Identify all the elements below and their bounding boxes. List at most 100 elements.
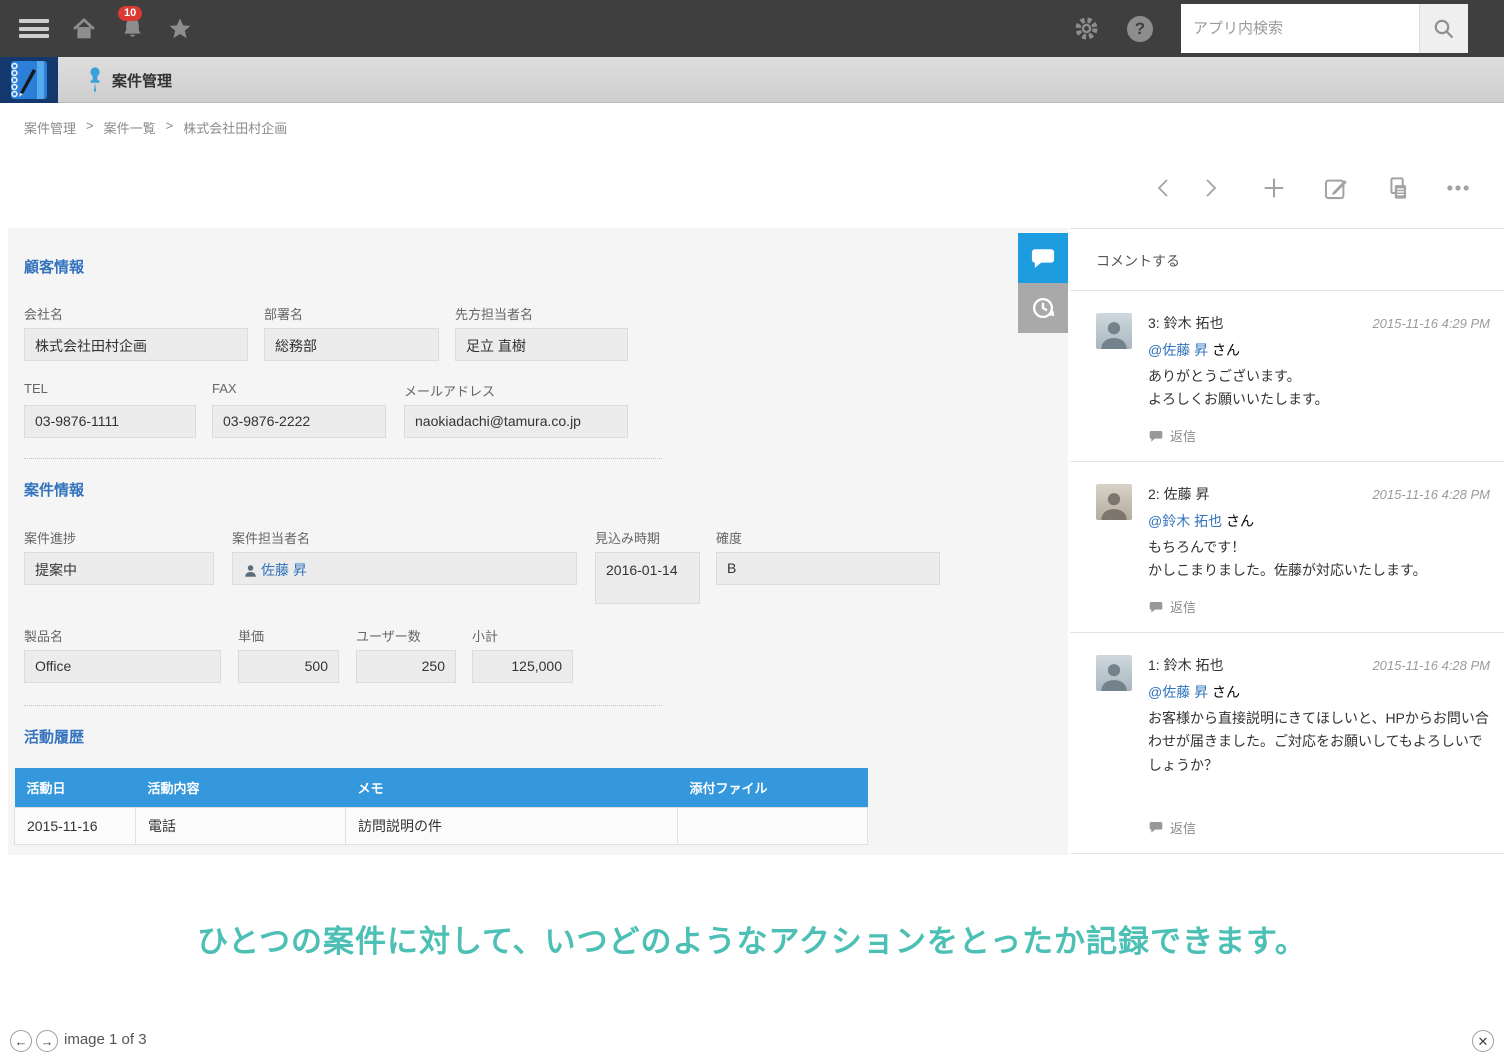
tab-comments[interactable]	[1018, 233, 1068, 283]
hamburger-icon	[19, 16, 49, 42]
section-title-activity: 活動履歴	[24, 729, 85, 746]
person-photo-icon	[1101, 322, 1127, 349]
pager-label: image 1 of 3	[64, 1031, 147, 1048]
activity-cell-type: 電話	[135, 807, 346, 845]
duplicate-record-button[interactable]	[1383, 175, 1410, 202]
breadcrumb-view-link[interactable]: 案件一覧	[104, 118, 156, 137]
forecast-value: 2016-01-14	[595, 552, 700, 604]
avatar[interactable]	[1096, 313, 1132, 349]
dept-label: 部署名	[264, 307, 304, 322]
comment-body-line: ありがとうございます。	[1148, 368, 1301, 384]
record-toolbar	[1152, 174, 1472, 202]
person-photo-icon	[1101, 664, 1127, 692]
section-title-case: 案件情報	[24, 482, 85, 499]
comment-compose-field[interactable]: コメントする	[1070, 229, 1504, 291]
breadcrumb-separator: >	[165, 118, 174, 133]
activity-cell-memo: 訪問説明の件	[345, 807, 678, 845]
probability-label: 確度	[716, 531, 743, 546]
comment-item: 2: 佐藤 昇 2015-11-16 4:28 PM @鈴木 拓也 さん もちろ…	[1070, 462, 1504, 634]
screenshot-caption: ひとつの案件に対して、いつどのようなアクションをとったか記録できます。	[197, 924, 1307, 959]
owner-value: 佐藤 昇	[232, 552, 577, 585]
breadcrumb-separator: >	[86, 118, 94, 133]
reply-button[interactable]: 返信	[1148, 818, 1490, 837]
next-image-button[interactable]: →	[36, 1030, 58, 1052]
mention-link[interactable]: @佐藤 昇	[1148, 342, 1208, 358]
activity-row: 2015-11-16 電話 訪問説明の件	[14, 807, 868, 845]
activity-col-memo: メモ	[345, 768, 678, 808]
avatar[interactable]	[1096, 484, 1132, 521]
search-button[interactable]	[1419, 4, 1468, 53]
unit-price-value: 500	[238, 650, 339, 683]
reply-label: 返信	[1170, 429, 1197, 445]
comment-author[interactable]: 2: 佐藤 昇	[1148, 484, 1209, 504]
breadcrumb: 案件管理 > 案件一覧 > 株式会社田村企画	[24, 118, 287, 137]
tab-change-history[interactable]	[1018, 283, 1068, 333]
chevron-left-icon	[1157, 179, 1168, 197]
reply-button[interactable]: 返信	[1148, 426, 1490, 445]
pin-icon[interactable]	[84, 66, 106, 94]
mention-suffix: さん	[1222, 513, 1254, 530]
dept-value: 総務部	[264, 328, 439, 361]
comment-body-line: よろしくお願いいたします。	[1148, 391, 1329, 408]
comment-panel: コメントする 3: 鈴木 拓也 2015-11-16 4:29 PM @佐藤 昇…	[1070, 228, 1504, 855]
section-divider	[24, 458, 662, 459]
section-title-customer: 顧客情報	[24, 259, 85, 276]
subtotal-value: 125,000	[472, 650, 573, 683]
comment-author[interactable]: 3: 鈴木 拓也	[1148, 313, 1223, 333]
contact-value: 足立 直樹	[455, 328, 628, 361]
users-value: 250	[356, 650, 456, 683]
comment-timestamp: 2015-11-16 4:28 PM	[1372, 658, 1490, 674]
ellipsis-icon	[1447, 185, 1469, 191]
app-search-input[interactable]	[1181, 4, 1419, 53]
home-button[interactable]	[64, 0, 104, 57]
settings-button[interactable]	[1066, 0, 1106, 57]
product-label: 製品名	[24, 629, 64, 644]
app-title[interactable]: 案件管理	[112, 70, 172, 91]
record-detail: 顧客情報 会社名 部署名 先方担当者名 株式会社田村企画 総務部 足立 直樹 T…	[8, 228, 1068, 855]
prev-record-button[interactable]	[1152, 175, 1176, 201]
reply-label: 返信	[1170, 820, 1197, 836]
owner-user-link[interactable]: 佐藤 昇	[243, 560, 307, 580]
section-divider	[24, 705, 662, 706]
more-options-button[interactable]	[1444, 174, 1472, 202]
activity-header-row: 活動日 活動内容 メモ 添付ファイル	[14, 768, 868, 808]
reply-bubble-icon	[1149, 822, 1163, 833]
comment-body-line: もちろんです！	[1148, 539, 1246, 556]
mention-link[interactable]: @佐藤 昇	[1148, 684, 1208, 700]
mention-link[interactable]: @鈴木 拓也	[1148, 513, 1222, 529]
copy-icon	[1390, 176, 1407, 199]
fax-label: FAX	[212, 381, 237, 396]
app-icon[interactable]	[0, 57, 58, 103]
app-search	[1181, 4, 1468, 53]
breadcrumb-app-link[interactable]: 案件管理	[24, 118, 76, 137]
unit-price-label: 単価	[238, 629, 265, 644]
activity-col-attachment: 添付ファイル	[677, 768, 868, 808]
close-viewer-button[interactable]: ✕	[1472, 1030, 1494, 1052]
owner-name: 佐藤 昇	[261, 562, 307, 578]
email-value: naokiadachi@tamura.co.jp	[404, 405, 628, 438]
edit-icon	[1324, 179, 1347, 199]
star-icon	[169, 18, 191, 38]
reply-button[interactable]: 返信	[1148, 597, 1490, 616]
favorites-button[interactable]	[160, 0, 200, 57]
prev-image-button[interactable]: ←	[10, 1030, 32, 1052]
hamburger-menu-button[interactable]	[14, 0, 54, 57]
help-button[interactable]: ?	[1120, 0, 1160, 57]
avatar[interactable]	[1096, 655, 1132, 692]
comment-body-line: お客様から直接説明にきてほしいと、HPからお問い合わせが届きました。ご対応をお願…	[1148, 710, 1489, 773]
fax-value: 03-9876-2222	[212, 405, 386, 438]
user-icon	[245, 564, 256, 577]
help-icon: ?	[1127, 15, 1153, 42]
arrow-right-icon: →	[40, 1033, 54, 1049]
next-record-button[interactable]	[1198, 175, 1222, 201]
probability-value: B	[716, 552, 940, 585]
comment-author[interactable]: 1: 鈴木 拓也	[1148, 655, 1223, 675]
comment-timestamp: 2015-11-16 4:28 PM	[1372, 487, 1490, 503]
activity-col-type: 活動内容	[135, 768, 346, 808]
edit-record-button[interactable]	[1322, 175, 1349, 202]
activity-table: 活動日 活動内容 メモ 添付ファイル 2015-11-16 電話 訪問説明の件	[14, 768, 868, 845]
add-record-button[interactable]	[1260, 174, 1288, 202]
person-photo-icon	[1101, 493, 1127, 521]
notification-badge: 10	[118, 6, 143, 21]
progress-value: 提案中	[24, 552, 214, 585]
